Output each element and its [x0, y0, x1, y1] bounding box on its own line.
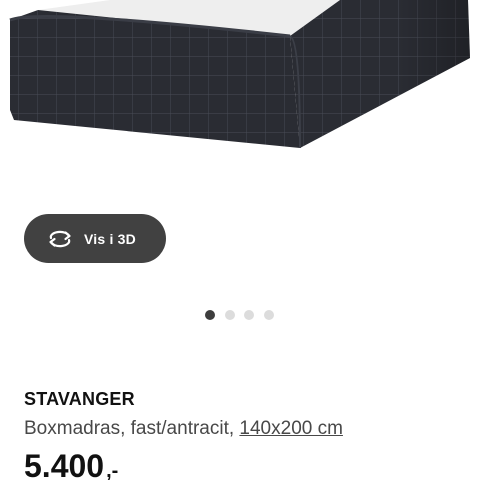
carousel-dot-3[interactable] [244, 310, 254, 320]
carousel-dot-4[interactable] [263, 310, 274, 320]
product-size-link[interactable]: 140x200 cm [239, 418, 343, 439]
product-description-text: Boxmadras, fast/antracit, [24, 418, 240, 439]
product-image[interactable] [0, 0, 480, 190]
carousel-dots [205, 310, 283, 320]
product-name: STAVANGER [24, 389, 135, 409]
price-suffix: ,- [106, 460, 119, 480]
product-description: Boxmadras, fast/antracit, 140x200 cm [24, 418, 343, 440]
view-in-3d-label: Vis i 3D [84, 230, 136, 247]
rotate-icon [46, 229, 74, 249]
product-page: Vis i 3D STAVANGER Boxmadras, fast/antra… [0, 0, 480, 480]
carousel-dot-1[interactable] [205, 310, 215, 320]
price-value: 5.400 [24, 448, 105, 480]
view-in-3d-button[interactable]: Vis i 3D [24, 214, 166, 263]
product-price: 5.400 ,- [24, 448, 118, 480]
carousel-dot-2[interactable] [224, 310, 235, 320]
